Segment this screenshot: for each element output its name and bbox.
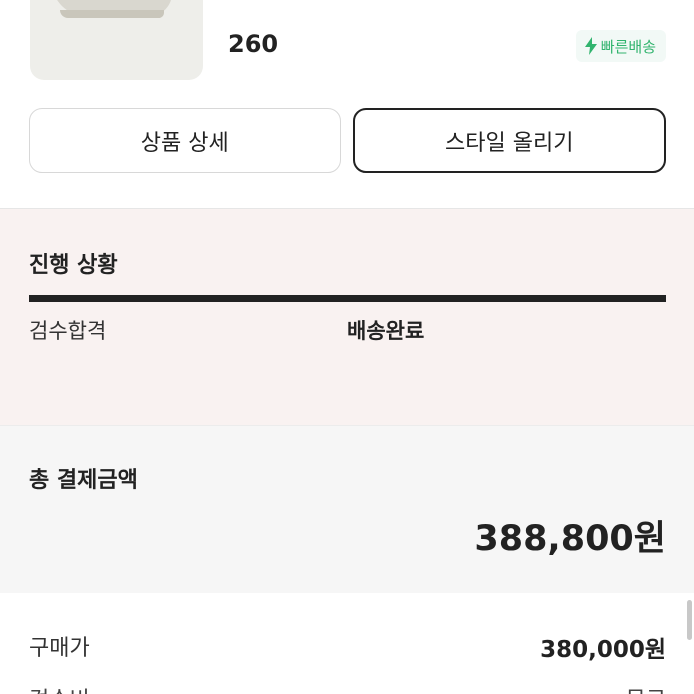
shoe-sole xyxy=(60,10,164,18)
payment-title: 총 결제금액 xyxy=(29,468,138,493)
upload-style-button[interactable]: 스타일 올리기 xyxy=(352,108,666,173)
action-buttons: 상품 상세 스타일 올리기 xyxy=(29,108,666,173)
product-size: 260 xyxy=(228,30,279,58)
inspection-fee-value: 무료 xyxy=(626,682,666,694)
purchase-price-value: 380,000원 xyxy=(540,637,666,663)
product-detail-button[interactable]: 상품 상세 xyxy=(29,108,341,173)
lightning-icon xyxy=(584,37,598,55)
progress-section: 진행 상황 검수합격 배송완료 xyxy=(0,209,694,425)
product-image[interactable] xyxy=(30,0,203,80)
fast-delivery-badge: 빠른배송 xyxy=(575,30,666,62)
progress-title: 진행 상황 xyxy=(29,253,118,278)
fast-delivery-label: 빠른배송 xyxy=(600,37,656,56)
purchase-price-label: 구매가 xyxy=(29,636,90,661)
inspection-fee-label: 검수비 xyxy=(29,682,90,694)
payment-summary: 총 결제금액 388,800원 xyxy=(0,425,694,593)
scrollbar[interactable] xyxy=(687,600,692,640)
progress-step-delivered: 배송완료 xyxy=(347,319,425,343)
progress-bar xyxy=(29,295,666,302)
progress-step-inspection: 검수합격 xyxy=(29,319,107,343)
payment-total: 388,800원 xyxy=(474,519,666,559)
